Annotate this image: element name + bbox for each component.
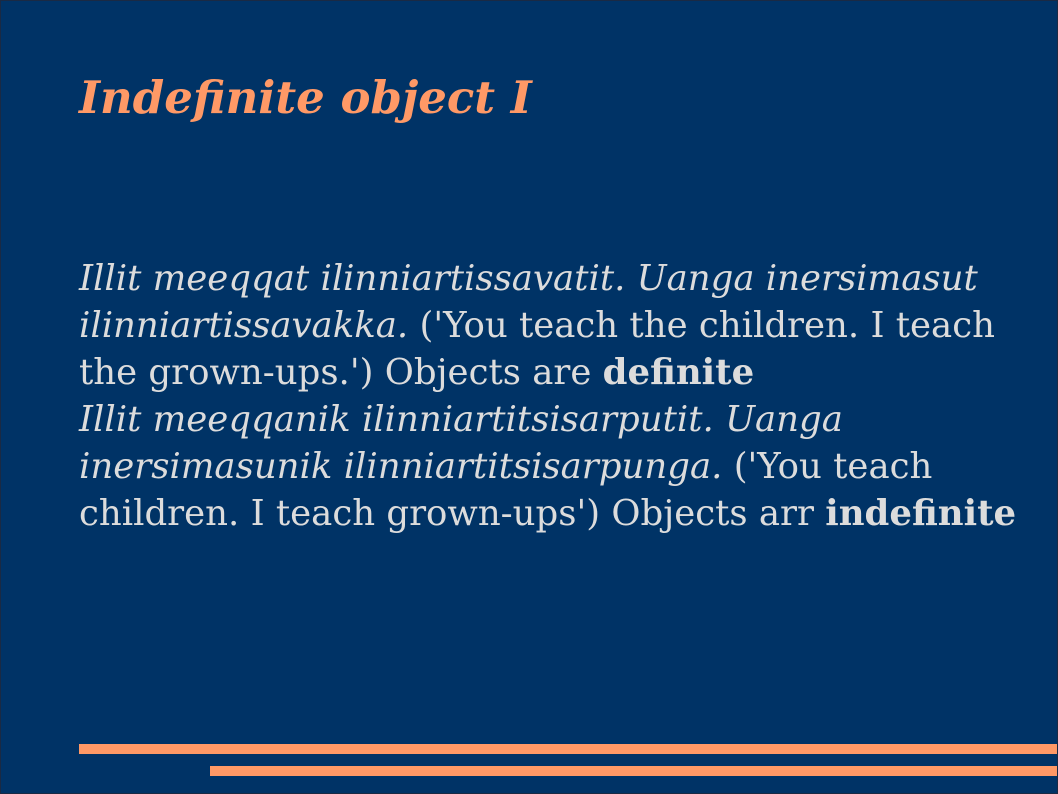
accent-bar-top — [79, 744, 1057, 754]
paragraph-indefinite: Illit meeqqanik ilinniartitsisarputit. U… — [79, 396, 1039, 537]
emphasis-term: definite — [602, 352, 755, 393]
paragraph-definite: Illit meeqqat ilinniartissavatit. Uanga … — [79, 255, 1039, 396]
emphasis-term: indefinite — [825, 493, 1017, 534]
slide-title: Indefinite object I — [79, 71, 532, 124]
slide: Indefinite object I Illit meeqqat ilinni… — [0, 0, 1058, 794]
accent-bar-bottom — [210, 766, 1057, 776]
slide-body: Illit meeqqat ilinniartissavatit. Uanga … — [79, 255, 1039, 537]
